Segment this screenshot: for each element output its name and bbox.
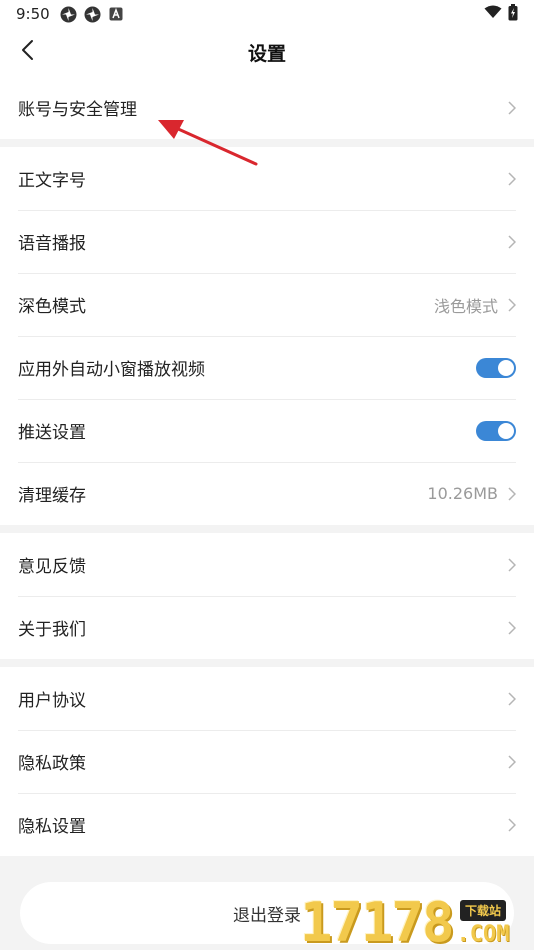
- settings-item-value: 10.26MB: [427, 484, 498, 503]
- settings-item-label: 关于我们: [18, 620, 86, 640]
- chevron-right-icon: [502, 486, 516, 502]
- row-right: [502, 100, 516, 116]
- settings-item-font-size[interactable]: 正文字号: [0, 147, 534, 210]
- settings-item-label: 深色模式: [18, 297, 86, 317]
- status-time: 9:50: [16, 5, 50, 23]
- status-bar: 9:50: [0, 0, 534, 28]
- settings-item-privacy-settings[interactable]: 隐私设置: [0, 793, 534, 856]
- settings-item-label: 隐私设置: [18, 817, 86, 837]
- settings-item-user-agreement[interactable]: 用户协议: [0, 667, 534, 730]
- battery-charging-icon: [508, 3, 518, 25]
- row-right: 10.26MB: [427, 484, 516, 503]
- a-box-icon: [108, 6, 125, 23]
- toggle-knob: [498, 422, 514, 439]
- settings-item-label: 意见反馈: [18, 557, 86, 577]
- chevron-right-icon: [502, 557, 516, 573]
- settings-item-privacy-policy[interactable]: 隐私政策: [0, 730, 534, 793]
- settings-item-feedback[interactable]: 意见反馈: [0, 533, 534, 596]
- settings-group-general: 正文字号 语音播报 深色模式 浅色模式 应用外自动小窗播放视频 推送设置 清理缓…: [0, 147, 534, 525]
- row-right: [502, 691, 516, 707]
- settings-item-label: 清理缓存: [18, 486, 86, 506]
- chevron-left-icon: [21, 39, 35, 65]
- settings-item-clear-cache[interactable]: 清理缓存 10.26MB: [0, 462, 534, 525]
- row-right: [502, 234, 516, 250]
- pinwheel-icon: [84, 6, 101, 23]
- settings-item-label: 推送设置: [18, 423, 86, 443]
- chevron-right-icon: [502, 620, 516, 636]
- row-right: 浅色模式: [434, 293, 516, 317]
- settings-item-label: 正文字号: [18, 171, 86, 191]
- settings-item-value: 浅色模式: [433, 296, 498, 316]
- chevron-right-icon: [502, 171, 516, 187]
- chevron-right-icon: [502, 754, 516, 770]
- chevron-right-icon: [502, 100, 516, 116]
- settings-item-about[interactable]: 关于我们: [0, 596, 534, 659]
- settings-item-label: 用户协议: [18, 691, 86, 711]
- settings-item-label: 账号与安全管理: [18, 100, 137, 120]
- settings-item-pip-video: 应用外自动小窗播放视频: [0, 336, 534, 399]
- row-right: [502, 620, 516, 636]
- settings-screen: 9:50 设置 账号与安全管理 正文字号 语音播报 深色模式 浅色模式 应用外自…: [0, 0, 534, 950]
- toggle-knob: [498, 359, 514, 376]
- settings-item-account-security[interactable]: 账号与安全管理: [0, 76, 534, 139]
- row-right: [476, 357, 516, 378]
- page-title: 设置: [247, 42, 286, 65]
- row-right: [502, 817, 516, 833]
- settings-item-label: 语音播报: [18, 234, 86, 254]
- chevron-right-icon: [502, 297, 516, 313]
- settings-item-push: 推送设置: [0, 399, 534, 462]
- row-right: [502, 171, 516, 187]
- settings-item-label: 应用外自动小窗播放视频: [18, 360, 205, 380]
- push-toggle[interactable]: [476, 420, 516, 441]
- settings-group-legal: 用户协议 隐私政策 隐私设置: [0, 667, 534, 856]
- back-button[interactable]: [14, 38, 42, 66]
- nav-bar: 设置: [0, 28, 534, 76]
- settings-group-account: 账号与安全管理: [0, 76, 534, 139]
- chevron-right-icon: [502, 691, 516, 707]
- wifi-icon: [484, 5, 502, 23]
- row-right: [476, 420, 516, 441]
- settings-item-voice-broadcast[interactable]: 语音播报: [0, 210, 534, 273]
- settings-item-dark-mode[interactable]: 深色模式 浅色模式: [0, 273, 534, 336]
- pinwheel-icon: [60, 6, 77, 23]
- settings-group-feedback: 意见反馈 关于我们: [0, 533, 534, 659]
- settings-item-label: 隐私政策: [18, 754, 86, 774]
- status-right: [484, 3, 518, 25]
- chevron-right-icon: [502, 234, 516, 250]
- row-right: [502, 754, 516, 770]
- logout-button[interactable]: 退出登录: [20, 882, 514, 944]
- pip-video-toggle[interactable]: [476, 357, 516, 378]
- chevron-right-icon: [502, 817, 516, 833]
- row-right: [502, 557, 516, 573]
